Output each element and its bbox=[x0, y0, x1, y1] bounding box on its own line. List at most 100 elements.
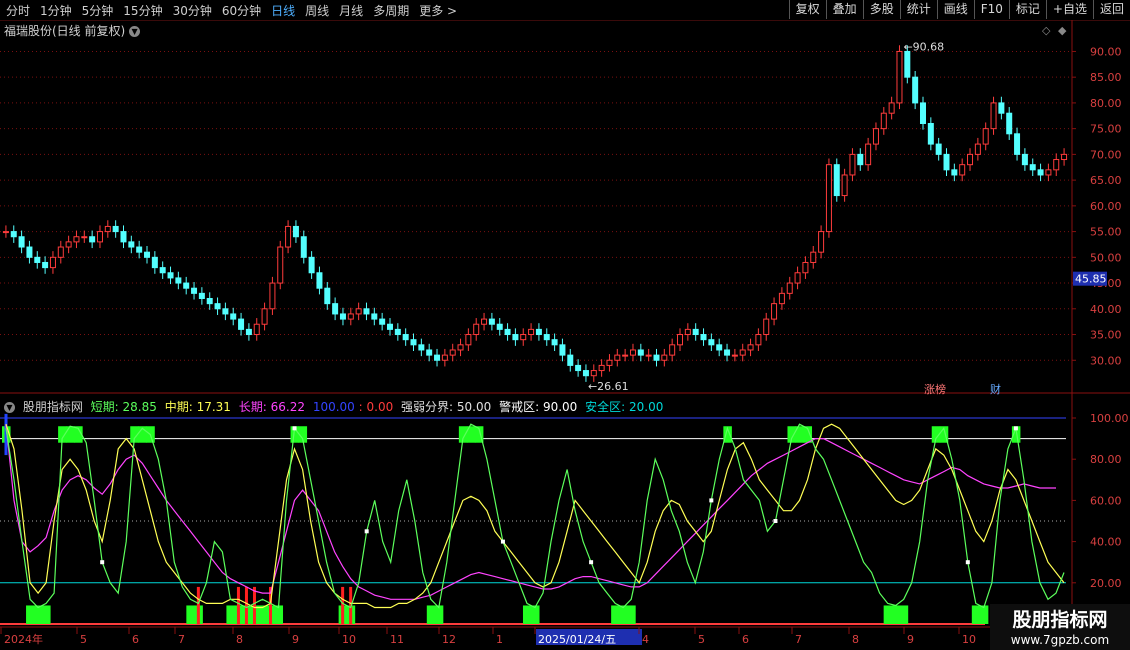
candle-body bbox=[386, 323, 393, 330]
candle-body bbox=[927, 123, 934, 145]
candle-body bbox=[1061, 153, 1068, 161]
candle-body bbox=[42, 261, 49, 269]
candle-body bbox=[998, 102, 1005, 114]
candle-body bbox=[245, 328, 252, 336]
candle-body bbox=[261, 308, 268, 325]
price-tick-label: 80.00 bbox=[1090, 97, 1122, 110]
candle-body bbox=[191, 287, 198, 294]
candle-body bbox=[841, 174, 848, 197]
xaxis-label: 2024年 bbox=[4, 632, 43, 646]
xaxis-label: 12 bbox=[442, 633, 456, 646]
candle-body bbox=[559, 344, 566, 356]
candle-body bbox=[590, 370, 597, 377]
high-price-label: ←90.68 bbox=[903, 40, 944, 53]
candle-body bbox=[700, 334, 707, 341]
candle-body bbox=[73, 236, 80, 243]
candle-body bbox=[1045, 169, 1052, 176]
oversold-block bbox=[426, 605, 436, 624]
candle-body bbox=[363, 308, 370, 315]
candle-body bbox=[10, 231, 17, 238]
candle-body bbox=[747, 344, 754, 351]
candle-body bbox=[473, 323, 480, 336]
candle-body bbox=[96, 231, 103, 243]
price-tick-label: 50.00 bbox=[1090, 251, 1122, 264]
candle-body bbox=[778, 292, 785, 305]
candle-body bbox=[379, 318, 386, 325]
candle-body bbox=[896, 50, 903, 104]
candle-body bbox=[175, 277, 182, 284]
oversold-block bbox=[226, 605, 235, 624]
candle-body bbox=[857, 153, 864, 166]
candle-body bbox=[1037, 169, 1044, 176]
candle-body bbox=[465, 334, 472, 346]
xaxis-label: 6 bbox=[132, 633, 139, 646]
candle-body bbox=[716, 344, 723, 351]
candle-body bbox=[951, 169, 958, 176]
candle-body bbox=[426, 349, 433, 356]
candle-body bbox=[402, 334, 409, 341]
xaxis-label: 2025/01/24/五 bbox=[538, 633, 616, 646]
candle-body bbox=[575, 364, 582, 372]
candle-body bbox=[802, 261, 809, 274]
oversold-block bbox=[26, 605, 35, 624]
candle-body bbox=[136, 246, 143, 253]
price-tick-label: 55.00 bbox=[1090, 226, 1122, 239]
candle-body bbox=[543, 334, 550, 341]
candle-body bbox=[731, 354, 738, 357]
candle-body bbox=[919, 102, 926, 125]
price-tick-label: 75.00 bbox=[1090, 123, 1122, 136]
low-price-label: ←26.61 bbox=[588, 380, 629, 393]
xaxis-label: 5 bbox=[698, 633, 705, 646]
candle-body bbox=[269, 282, 276, 310]
oversold-block bbox=[34, 605, 43, 624]
candle-body bbox=[528, 328, 535, 336]
oversold-block bbox=[522, 605, 532, 624]
finance-badge[interactable]: 财 bbox=[990, 381, 1001, 397]
candle-body bbox=[661, 354, 668, 361]
candle-body bbox=[238, 318, 245, 330]
mid-term-line bbox=[5, 423, 1065, 609]
candle-body bbox=[755, 334, 762, 346]
candle-body bbox=[34, 256, 41, 263]
diamond-icon: ◇ bbox=[1042, 24, 1051, 37]
candle-body bbox=[684, 328, 691, 336]
xaxis-label: 9 bbox=[292, 633, 299, 646]
candle-body bbox=[504, 328, 511, 336]
candle-body bbox=[786, 282, 793, 294]
candle-body bbox=[669, 344, 676, 356]
candle-body bbox=[865, 143, 872, 166]
candle-body bbox=[739, 349, 746, 356]
price-tick-label: 35.00 bbox=[1090, 329, 1122, 342]
candle-body bbox=[112, 225, 119, 233]
price-tick-label: 70.00 bbox=[1090, 148, 1122, 161]
candle-body bbox=[582, 370, 589, 377]
candle-body bbox=[347, 313, 354, 320]
xaxis-label: 11 bbox=[390, 633, 404, 646]
candle-body bbox=[645, 354, 652, 357]
candle-body bbox=[598, 364, 605, 372]
candle-body bbox=[967, 153, 974, 166]
candle-body bbox=[144, 251, 151, 258]
oversold-block bbox=[627, 605, 636, 624]
candle-body bbox=[794, 272, 801, 284]
xaxis-label: 9 bbox=[907, 633, 914, 646]
xaxis-label: 7 bbox=[795, 633, 802, 646]
chart-canvas[interactable]: 90.00 85.00 80.00 75.00 70.00 65.00 60.00 55.00… bbox=[0, 0, 1130, 650]
price-tick-label: 65.00 bbox=[1090, 174, 1122, 187]
xaxis-label: 4 bbox=[642, 633, 649, 646]
rank-badge[interactable]: 涨榜 bbox=[924, 381, 946, 397]
candle-body bbox=[332, 303, 339, 315]
candle-body bbox=[222, 308, 229, 315]
current-price-label: 45.85 bbox=[1075, 273, 1107, 286]
xaxis-label: 1 bbox=[496, 633, 503, 646]
price-tick-label: 60.00 bbox=[1090, 200, 1122, 213]
candle-body bbox=[849, 153, 856, 176]
oversold-block bbox=[891, 605, 901, 624]
candle-body bbox=[355, 308, 362, 315]
candle-body bbox=[771, 303, 778, 320]
candle-body bbox=[277, 246, 284, 284]
candle-body bbox=[410, 339, 417, 346]
oversold-block bbox=[611, 605, 620, 624]
candle-body bbox=[943, 153, 950, 171]
price-tick-label: 30.00 bbox=[1090, 354, 1122, 367]
